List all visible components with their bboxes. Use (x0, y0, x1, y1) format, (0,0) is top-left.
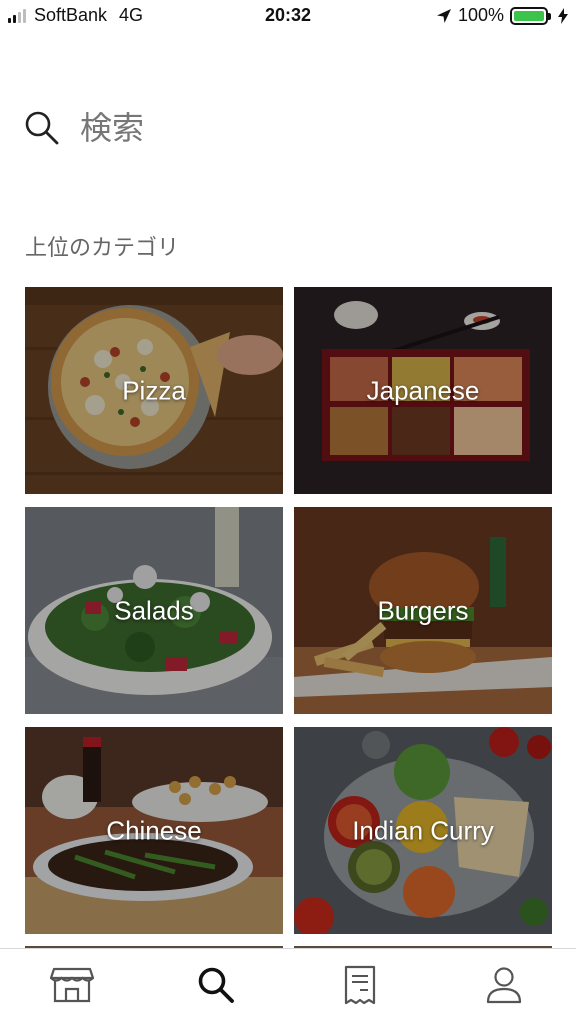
category-label: Salads (114, 595, 194, 625)
category-tile-indian-curry[interactable]: Indian Curry (294, 727, 552, 934)
status-bar: SoftBank 4G 20:32 100% (0, 0, 576, 32)
receipt-icon (344, 965, 376, 1004)
store-icon (50, 967, 94, 1002)
tab-home[interactable] (32, 955, 112, 1015)
tab-orders[interactable] (320, 955, 400, 1015)
battery-percent: 100% (457, 5, 504, 25)
search-icon (198, 967, 234, 1003)
category-label: Japanese (366, 375, 480, 405)
category-tile-salads[interactable]: Salads (25, 507, 283, 714)
category-label: Indian Curry (352, 815, 494, 845)
category-tile-burgers[interactable]: Burgers (294, 507, 552, 714)
signal-icon (8, 8, 26, 23)
carrier-name: SoftBank (34, 5, 108, 25)
network-type: 4G (119, 5, 144, 25)
category-tile-pizza[interactable]: Pizza (25, 287, 283, 494)
status-left: SoftBank 4G (8, 5, 143, 26)
category-tile-japanese[interactable]: Japanese (294, 287, 552, 494)
section-title: 上位のカテゴリ (25, 236, 180, 261)
category-label: Pizza (122, 375, 186, 405)
tab-search[interactable] (176, 955, 256, 1015)
category-grid: Pizza Japanese Salads Burgers Chinese In… (25, 287, 552, 934)
category-label: Chinese (106, 815, 202, 845)
tab-account[interactable] (464, 955, 544, 1015)
search-input[interactable] (80, 109, 520, 147)
charging-bolt-icon (558, 7, 568, 24)
search-bar[interactable] (24, 104, 552, 152)
tab-bar (0, 948, 576, 1024)
battery-icon (510, 6, 551, 25)
category-label: Burgers (377, 595, 469, 625)
category-tile-chinese[interactable]: Chinese (25, 727, 283, 934)
location-arrow-icon (436, 8, 451, 23)
status-right: 100% (436, 5, 568, 26)
user-icon (486, 966, 522, 1003)
search-icon (25, 111, 59, 145)
